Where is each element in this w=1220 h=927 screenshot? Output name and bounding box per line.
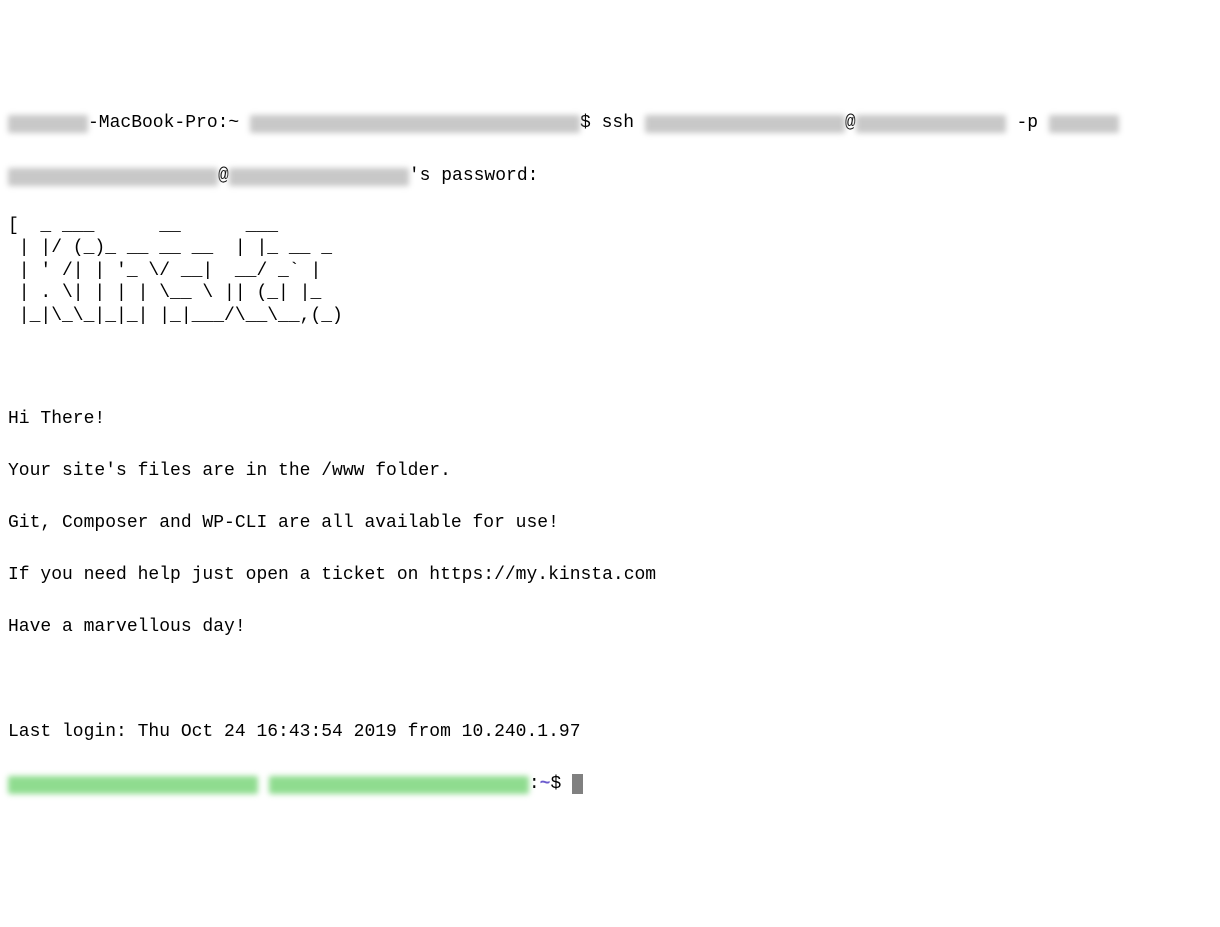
redacted-port	[1049, 115, 1119, 133]
motd-line-1: Hi There!	[8, 406, 1212, 432]
shell-dollar-ssh: $ ssh	[580, 113, 645, 133]
redacted-ssh-host	[856, 115, 1006, 133]
password-prompt-line: @ 's password:	[8, 163, 1212, 189]
tilde-path: ~	[540, 774, 551, 794]
password-label: 's password:	[409, 166, 539, 186]
motd-line-3: Git, Composer and WP-CLI are all availab…	[8, 510, 1212, 536]
last-login-line: Last login: Thu Oct 24 16:43:54 2019 fro…	[8, 719, 1212, 745]
blank-line-2	[8, 666, 1212, 692]
kinsta-ascii-logo: [ _ ___ __ ___ | |/ (_)_ __ __ __ | |_ _…	[8, 215, 1212, 328]
blank-line-1	[8, 353, 1212, 379]
at-symbol: @	[845, 113, 856, 133]
remote-shell-prompt[interactable]: :~$	[8, 771, 1212, 797]
prompt-dollar: $	[550, 774, 572, 794]
motd-line-4: If you need help just open a ticket on h…	[8, 562, 1212, 588]
redacted-local-user	[250, 115, 580, 133]
prompt-sep: :	[529, 774, 540, 794]
port-flag: -p	[1006, 113, 1049, 133]
ssh-command-line: -MacBook-Pro:~ $ ssh @ -p	[8, 110, 1212, 136]
motd-line-2: Your site's files are in the /www folder…	[8, 458, 1212, 484]
hostname-suffix: -MacBook-Pro:~	[88, 113, 250, 133]
redacted-ssh-user	[645, 115, 845, 133]
at-symbol-2: @	[218, 166, 229, 186]
redacted-remote-user	[8, 776, 258, 794]
redacted-hostname-user	[8, 115, 88, 133]
redacted-remote-host	[269, 776, 529, 794]
cursor-icon	[572, 774, 583, 794]
redacted-password-user	[8, 168, 218, 186]
motd-line-5: Have a marvellous day!	[8, 614, 1212, 640]
redacted-password-host	[229, 168, 409, 186]
